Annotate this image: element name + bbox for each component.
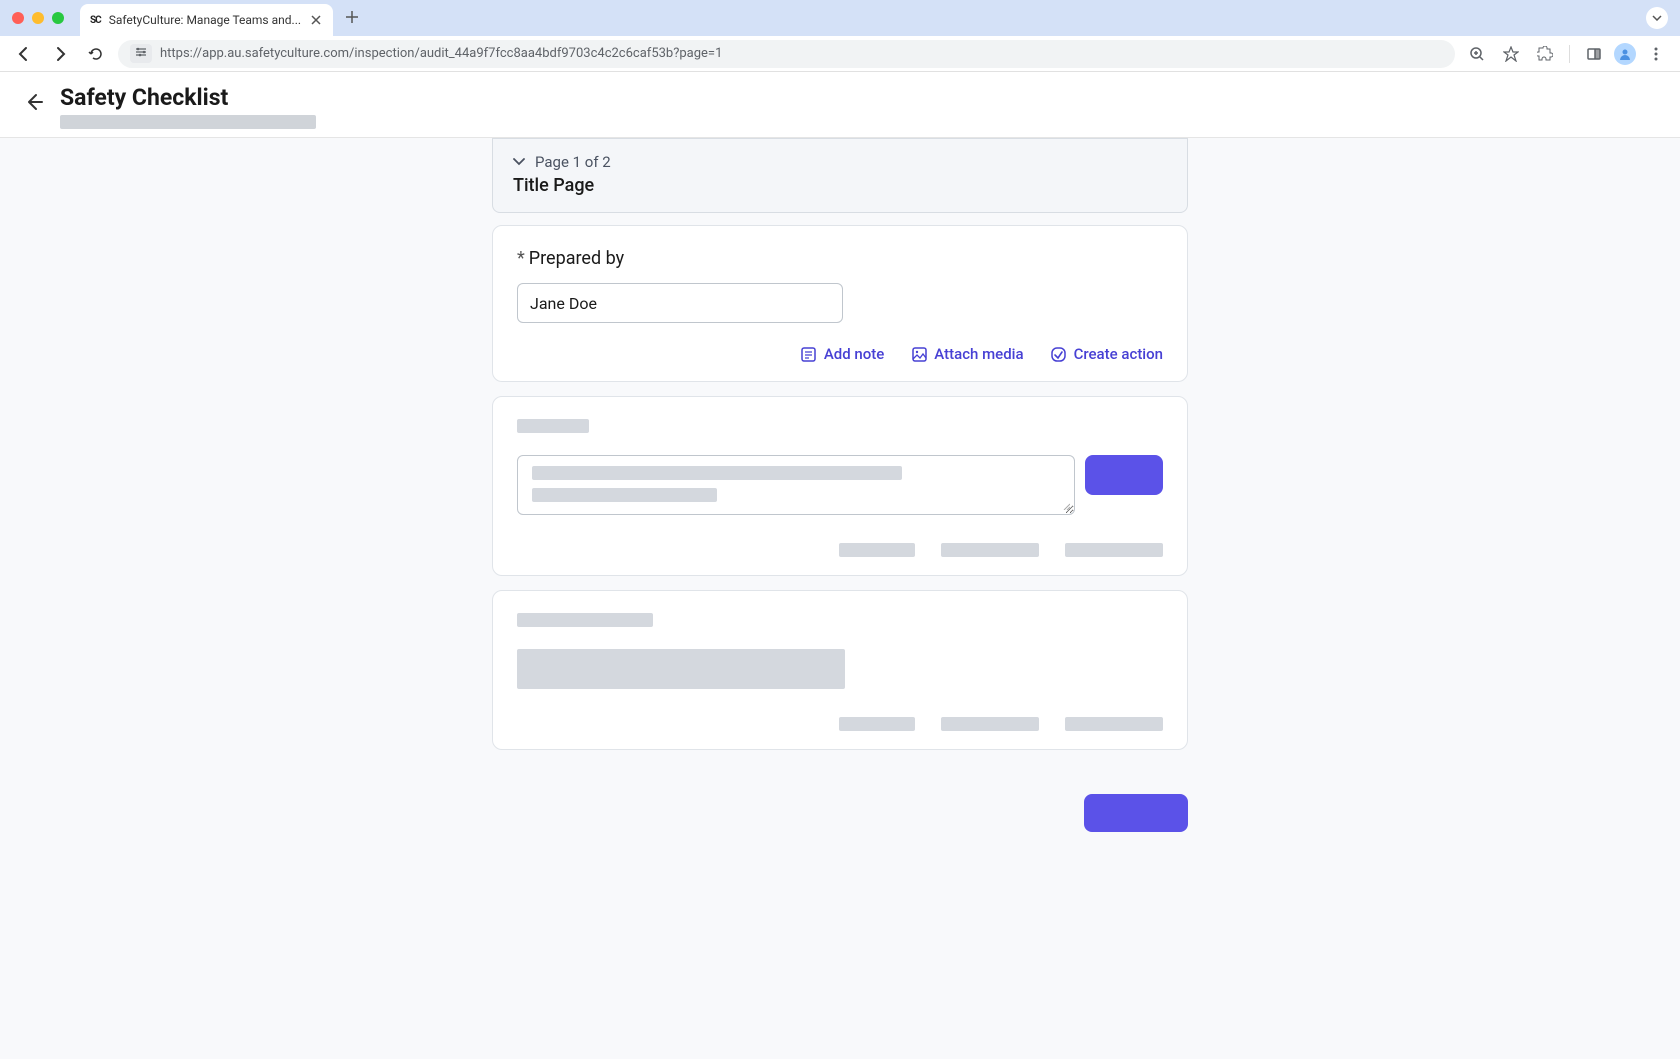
skeleton-action: [839, 543, 915, 557]
skeleton-line: [532, 488, 717, 502]
toolbar-divider: [1569, 45, 1570, 63]
forward-button[interactable]: [46, 40, 74, 68]
footer-row: [492, 794, 1188, 832]
skeleton-card-1: [492, 396, 1188, 576]
page-title: Safety Checklist: [60, 84, 316, 111]
minimize-window-button[interactable]: [32, 12, 44, 24]
prepared-by-input[interactable]: [517, 283, 843, 323]
image-icon: [910, 345, 928, 363]
skeleton-action: [1065, 543, 1163, 557]
skeleton-label: [517, 419, 589, 433]
attach-media-label: Attach media: [934, 345, 1023, 363]
back-button[interactable]: [10, 40, 38, 68]
bookmark-icon[interactable]: [1497, 40, 1525, 68]
attach-media-button[interactable]: Attach media: [910, 345, 1023, 363]
tab-favicon: SC: [90, 15, 101, 26]
maximize-window-button[interactable]: [52, 12, 64, 24]
browser-tab-bar: SC SafetyCulture: Manage Teams and...: [0, 0, 1680, 36]
skeleton-actions: [517, 717, 1163, 731]
reload-button[interactable]: [82, 40, 110, 68]
add-note-button[interactable]: Add note: [800, 345, 884, 363]
site-settings-icon[interactable]: [130, 44, 152, 63]
side-panel-icon[interactable]: [1580, 40, 1608, 68]
back-arrow-button[interactable]: [24, 92, 44, 117]
skeleton-primary-button[interactable]: [1085, 455, 1163, 495]
new-tab-button[interactable]: [345, 9, 359, 28]
note-icon: [800, 345, 818, 363]
app-header: Safety Checklist: [0, 72, 1680, 138]
tabs-dropdown-button[interactable]: [1646, 7, 1668, 29]
skeleton-action: [839, 717, 915, 731]
skeleton-action: [1065, 717, 1163, 731]
create-action-label: Create action: [1074, 345, 1163, 363]
tab-title: SafetyCulture: Manage Teams and...: [109, 13, 301, 27]
skeleton-action: [941, 543, 1039, 557]
menu-icon[interactable]: [1642, 40, 1670, 68]
skeleton-input-row: [517, 455, 1163, 515]
window-controls: [12, 12, 64, 24]
browser-toolbar-icons: [1463, 40, 1670, 68]
url-text: https://app.au.safetyculture.com/inspect…: [160, 46, 1443, 61]
card-actions: Add note Attach media Create action: [517, 345, 1163, 363]
required-asterisk: *: [517, 248, 525, 269]
prepared-by-card: * Prepared by Add note Attach media: [492, 225, 1188, 382]
zoom-icon[interactable]: [1463, 40, 1491, 68]
browser-toolbar: https://app.au.safetyculture.com/inspect…: [0, 36, 1680, 72]
page-header-card[interactable]: Page 1 of 2 Title Page: [492, 138, 1188, 213]
profile-icon[interactable]: [1614, 43, 1636, 65]
skeleton-block: [517, 649, 845, 689]
skeleton-line: [532, 466, 902, 480]
prepared-by-label: * Prepared by: [517, 248, 1163, 269]
chevron-down-icon: [513, 154, 525, 170]
skeleton-action: [941, 717, 1039, 731]
browser-tab[interactable]: SC SafetyCulture: Manage Teams and...: [80, 4, 333, 36]
skeleton-card-2: [492, 590, 1188, 750]
close-tab-icon[interactable]: [309, 13, 323, 27]
skeleton-label: [517, 613, 653, 627]
next-page-button[interactable]: [1084, 794, 1188, 832]
skeleton-textarea[interactable]: [517, 455, 1075, 515]
resize-handle-icon[interactable]: [1062, 502, 1072, 512]
prepared-by-label-text: Prepared by: [529, 248, 624, 269]
close-window-button[interactable]: [12, 12, 24, 24]
page-section-title: Title Page: [513, 175, 1167, 196]
page-indicator: Page 1 of 2: [513, 153, 1167, 171]
extensions-icon[interactable]: [1531, 40, 1559, 68]
skeleton-actions: [517, 543, 1163, 557]
main-content: Page 1 of 2 Title Page * Prepared by Add…: [0, 138, 1680, 1059]
address-bar[interactable]: https://app.au.safetyculture.com/inspect…: [118, 40, 1455, 68]
page-indicator-label: Page 1 of 2: [535, 153, 611, 171]
header-content: Safety Checklist: [60, 84, 316, 129]
add-note-label: Add note: [824, 345, 884, 363]
header-skeleton-subtitle: [60, 115, 316, 129]
action-icon: [1050, 345, 1068, 363]
create-action-button[interactable]: Create action: [1050, 345, 1163, 363]
